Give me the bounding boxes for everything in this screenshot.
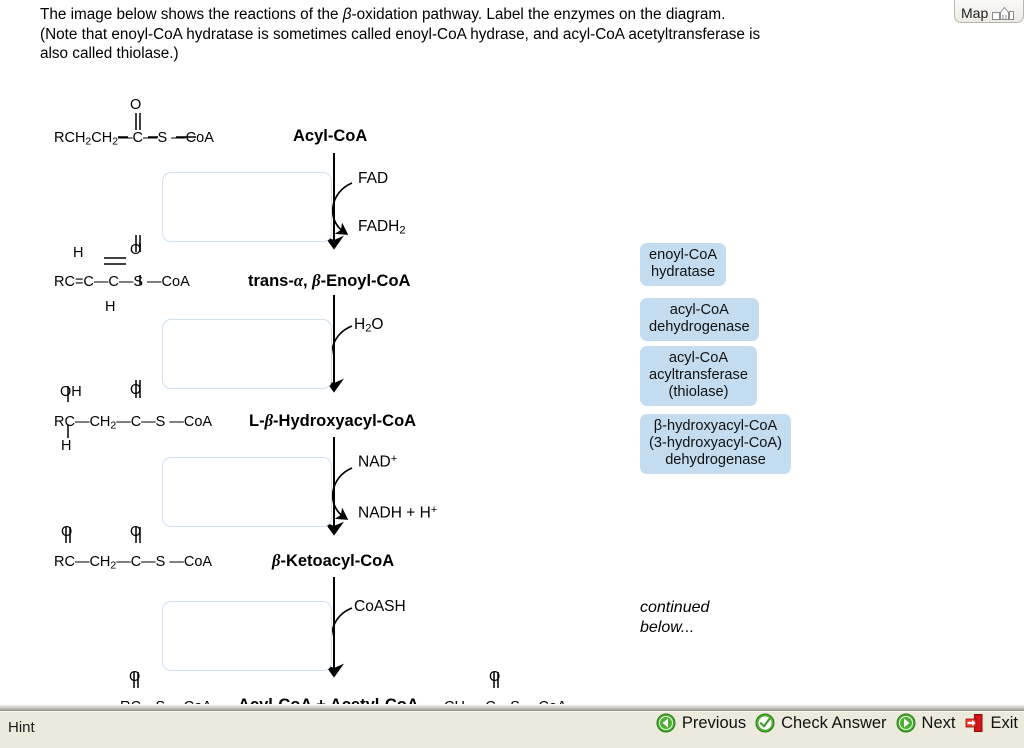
acyl-coa-structure: RCH2CH2—C—S —CoA — [54, 130, 214, 148]
enzyme-tile-line: acyl-CoA — [668, 350, 729, 366]
toolbar-nav-group: Previous Check Answer Next Exit — [656, 713, 1018, 733]
forward-arrow-icon — [896, 713, 916, 733]
cofactor-nad-plus: NAD+ — [358, 453, 398, 471]
map-button[interactable]: Map — [954, 0, 1024, 23]
dropzone-step-4[interactable] — [162, 601, 332, 671]
acetyl-coa-oxygen: O — [489, 669, 501, 685]
enzyme-tile-line: acyltransferase — [649, 367, 748, 383]
hint-button[interactable]: Hint — [8, 719, 35, 736]
check-circle-icon — [755, 713, 775, 733]
back-arrow-icon — [656, 713, 676, 733]
cofactor-water: H2O — [354, 316, 384, 335]
enzyme-tile-line: (thiolase) — [668, 384, 729, 400]
ketoacyl-coa-structure: RC—CH2—C—S —CoA — [54, 554, 213, 572]
previous-button[interactable]: Previous — [656, 713, 746, 733]
continued-line-1: continued — [640, 599, 710, 616]
instructions-line-1: The image below shows the reactions of t… — [40, 6, 725, 23]
next-button[interactable]: Next — [896, 713, 956, 733]
label-l-beta-hydroxyacyl-coa: L-β-Hydroxyacyl-CoA — [249, 411, 417, 430]
ketoacyl-oxygen-left: O — [61, 524, 73, 540]
instructions-text: The image below shows the reactions of t… — [40, 5, 960, 64]
enoyl-coa-carbonyl-oxygen: O — [130, 242, 142, 258]
instructions-line-1-part-b: -oxidation pathway. Label the enzymes on… — [351, 6, 726, 23]
continued-line-2: below... — [640, 619, 695, 636]
dropzone-step-3[interactable] — [162, 457, 332, 527]
enzyme-enoyl-coa-hydratase[interactable]: enoyl-CoA hydratase — [640, 243, 727, 286]
hydroxyacyl-carbonyl-oxygen: O — [130, 382, 142, 398]
label-beta-ketoacyl-coa: β-Ketoacyl-CoA — [272, 551, 395, 570]
map-button-label: Map — [961, 5, 989, 21]
enzyme-acyl-coa-dehydrogenase[interactable]: acyl-CoA dehydrogenase — [640, 298, 759, 341]
bottom-toolbar: Hint Previous Check Answer Next Exit — [0, 704, 1024, 748]
check-answer-button[interactable]: Check Answer — [755, 713, 887, 733]
cofactor-nadh: NADH + H+ — [358, 504, 438, 522]
enzyme-tile-line: dehydrogenase — [665, 452, 766, 468]
toolbar-top-edge — [0, 704, 1024, 711]
enoyl-coa-structure: RC=C—C—S —CoA — [54, 274, 190, 290]
enzyme-tile-line: hydratase — [651, 264, 716, 280]
enzyme-tile-line: enoyl-CoA — [649, 247, 718, 263]
exit-door-icon — [964, 713, 984, 733]
hint-label: Hint — [8, 719, 35, 736]
map-icon — [992, 6, 1015, 20]
instructions-line-3: also called thiolase.) — [40, 45, 179, 63]
enoyl-coa-h-bottom: H — [105, 299, 116, 315]
enzyme-acyl-coa-acyltransferase[interactable]: acyl-CoA acyltransferase (thiolase) — [640, 346, 757, 406]
enzyme-hydroxyacyl-coa-dehydrogenase[interactable]: β-hydroxyacyl-CoA (3-hydroxyacyl-CoA) de… — [640, 414, 791, 474]
beta-oxidation-diagram: O RCH2CH2—C—S —CoA Acyl-CoA FAD FADH2 H … — [0, 80, 1024, 716]
acyl-coa-carbonyl-oxygen: O — [130, 97, 142, 113]
instructions-line-2: (Note that enoyl-CoA hydratase is someti… — [40, 25, 761, 43]
exit-button[interactable]: Exit — [964, 713, 1018, 733]
enzyme-tile-line: dehydrogenase — [649, 319, 750, 335]
ketoacyl-oxygen-right: O — [130, 524, 142, 540]
hydroxyacyl-h-bottom: H — [61, 438, 72, 454]
dropzone-step-2[interactable] — [162, 319, 332, 389]
exit-label: Exit — [990, 714, 1018, 732]
product-acyl-coa-oxygen: O — [129, 669, 141, 685]
enzyme-tile-line: β-hydroxyacyl-CoA — [653, 418, 778, 434]
cofactor-fadh2: FADH2 — [358, 218, 406, 237]
hydroxyacyl-oh-group: OH — [60, 384, 82, 400]
enzyme-tile-line: acyl-CoA — [669, 302, 729, 318]
enzyme-tile-line: (3-hydroxyacyl-CoA) — [649, 435, 782, 451]
previous-label: Previous — [681, 714, 747, 732]
check-answer-label: Check Answer — [781, 714, 887, 732]
next-label: Next — [921, 714, 956, 732]
cofactor-coash: CoASH — [354, 598, 406, 615]
label-acyl-coa: Acyl-CoA — [293, 127, 368, 145]
dropzone-step-1[interactable] — [162, 172, 332, 242]
exercise-page: The image below shows the reactions of t… — [0, 0, 1024, 748]
enoyl-coa-h-top: H — [73, 245, 84, 261]
continued-below-note: continued below... — [640, 598, 709, 638]
pathway-arrows — [65, 113, 499, 688]
cofactor-fad: FAD — [358, 170, 389, 187]
hydroxyacyl-coa-structure: RC—CH2—C—S —CoA — [54, 414, 213, 432]
label-trans-enoyl-coa: trans-α, β-Enoyl-CoA — [248, 271, 411, 290]
instructions-line-1-part-a: The image below shows the reactions of t… — [40, 6, 343, 23]
